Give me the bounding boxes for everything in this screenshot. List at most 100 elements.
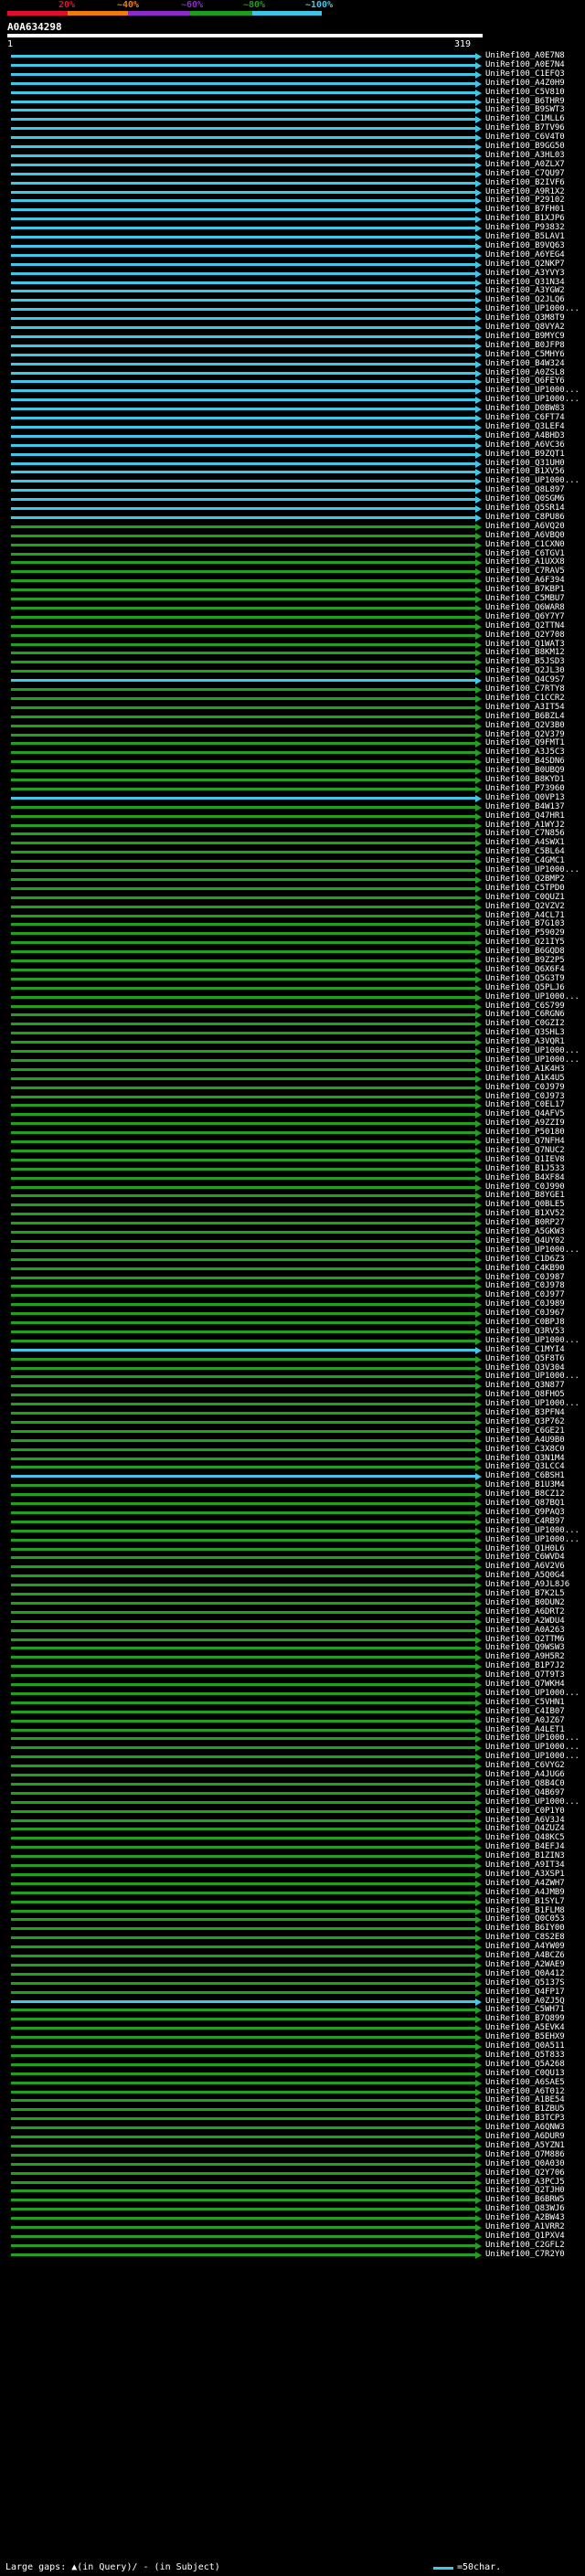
hit-alignment-bar[interactable] — [11, 434, 475, 438]
hit-alignment-bar[interactable] — [11, 498, 475, 502]
hit-alignment-bar[interactable] — [11, 398, 475, 402]
hit-alignment-bar[interactable] — [11, 1493, 475, 1497]
hit-alignment-bar[interactable] — [11, 977, 475, 981]
hit-alignment-bar[interactable] — [11, 1222, 475, 1225]
hit-alignment-bar[interactable] — [11, 344, 475, 347]
hit-alignment-bar[interactable] — [11, 2126, 475, 2130]
hit-alignment-bar[interactable] — [11, 1050, 475, 1053]
hit-alignment-bar[interactable] — [11, 2144, 475, 2147]
hit-alignment-bar[interactable] — [11, 561, 475, 565]
hit-alignment-bar[interactable] — [11, 1936, 475, 1940]
hit-alignment-bar[interactable] — [11, 896, 475, 899]
hit-alignment-bar[interactable] — [11, 1990, 475, 1994]
hit-alignment-bar[interactable] — [11, 1565, 475, 1569]
hit-alignment-bar[interactable] — [11, 461, 475, 465]
hit-alignment-bar[interactable] — [11, 1276, 475, 1279]
hit-alignment-bar[interactable] — [11, 886, 475, 890]
hit-alignment-bar[interactable] — [11, 696, 475, 700]
hit-alignment-bar[interactable] — [11, 1927, 475, 1931]
hit-alignment-bar[interactable] — [11, 1619, 475, 1623]
hit-alignment-bar[interactable] — [11, 1520, 475, 1523]
hit-alignment-bar[interactable] — [11, 1809, 475, 1813]
hit-alignment-bar[interactable] — [11, 1719, 475, 1723]
hit-alignment-bar[interactable] — [11, 1963, 475, 1966]
hit-alignment-bar[interactable] — [11, 2036, 475, 2040]
hit-alignment-bar[interactable] — [11, 2199, 475, 2202]
hit-alignment-bar[interactable] — [11, 787, 475, 790]
hit-alignment-bar[interactable] — [11, 1774, 475, 1776]
hit-alignment-bar[interactable] — [11, 1737, 475, 1741]
hit-alignment-bar[interactable] — [11, 1231, 475, 1234]
hit-alignment-bar[interactable] — [11, 2217, 475, 2221]
hit-alignment-bar[interactable] — [11, 968, 475, 971]
hit-alignment-bar[interactable] — [11, 334, 475, 338]
hit-alignment-bar[interactable] — [11, 1584, 475, 1587]
hit-alignment-bar[interactable] — [11, 1113, 475, 1117]
hit-alignment-bar[interactable] — [11, 2226, 475, 2229]
hit-alignment-bar[interactable] — [11, 417, 475, 419]
hit-alignment-bar[interactable] — [11, 588, 475, 592]
hit-alignment-bar[interactable] — [11, 118, 475, 122]
hit-alignment-bar[interactable] — [11, 1710, 475, 1713]
hit-alignment-bar[interactable] — [11, 1628, 475, 1632]
hit-alignment-bar[interactable] — [11, 2136, 475, 2138]
hit-alignment-bar[interactable] — [11, 1095, 475, 1098]
hit-alignment-bar[interactable] — [11, 1999, 475, 2003]
hit-alignment-bar[interactable] — [11, 742, 475, 746]
hit-alignment-bar[interactable] — [11, 1403, 475, 1406]
hit-alignment-bar[interactable] — [11, 2090, 475, 2094]
hit-alignment-bar[interactable] — [11, 1122, 475, 1126]
hit-alignment-bar[interactable] — [11, 615, 475, 619]
hit-alignment-bar[interactable] — [11, 227, 475, 230]
hit-alignment-bar[interactable] — [11, 1131, 475, 1135]
hit-alignment-bar[interactable] — [11, 81, 475, 85]
hit-alignment-bar[interactable] — [11, 633, 475, 637]
hit-alignment-bar[interactable] — [11, 1511, 475, 1514]
hit-alignment-bar[interactable] — [11, 724, 475, 727]
hit-alignment-bar[interactable] — [11, 326, 475, 329]
hit-alignment-bar[interactable] — [11, 769, 475, 773]
hit-alignment-bar[interactable] — [11, 1601, 475, 1605]
hit-alignment-bar[interactable] — [11, 1330, 475, 1333]
hit-alignment-bar[interactable] — [11, 154, 475, 157]
hit-alignment-bar[interactable] — [11, 1872, 475, 1876]
hit-alignment-bar[interactable] — [11, 1955, 475, 1957]
hit-alignment-bar[interactable] — [11, 1457, 475, 1460]
hit-alignment-bar[interactable] — [11, 805, 475, 809]
hit-alignment-bar[interactable] — [11, 1420, 475, 1424]
hit-alignment-bar[interactable] — [11, 1728, 475, 1732]
hit-alignment-bar[interactable] — [11, 1800, 475, 1804]
hit-alignment-bar[interactable] — [11, 1691, 475, 1695]
hit-alignment-bar[interactable] — [11, 371, 475, 375]
hit-alignment-bar[interactable] — [11, 679, 475, 683]
hit-alignment-bar[interactable] — [11, 1529, 475, 1532]
hit-alignment-bar[interactable] — [11, 779, 475, 781]
hit-alignment-bar[interactable] — [11, 2108, 475, 2112]
hit-alignment-bar[interactable] — [11, 1610, 475, 1614]
hit-alignment-bar[interactable] — [11, 1086, 475, 1089]
hit-alignment-bar[interactable] — [11, 579, 475, 583]
hit-alignment-bar[interactable] — [11, 2018, 475, 2021]
hit-alignment-bar[interactable] — [11, 507, 475, 510]
hit-alignment-bar[interactable] — [11, 1818, 475, 1822]
hit-alignment-bar[interactable] — [11, 733, 475, 737]
hit-alignment-bar[interactable] — [11, 1791, 475, 1795]
hit-alignment-bar[interactable] — [11, 1484, 475, 1488]
hit-alignment-bar[interactable] — [11, 1882, 475, 1885]
hit-alignment-bar[interactable] — [11, 1909, 475, 1913]
hit-alignment-bar[interactable] — [11, 1701, 475, 1704]
hit-alignment-bar[interactable] — [11, 905, 475, 908]
hit-alignment-bar[interactable] — [11, 217, 475, 221]
hit-alignment-bar[interactable] — [11, 2171, 475, 2175]
hit-alignment-bar[interactable] — [11, 63, 475, 67]
hit-alignment-bar[interactable] — [11, 1972, 475, 1976]
hit-alignment-bar[interactable] — [11, 1556, 475, 1560]
hit-alignment-bar[interactable] — [11, 1665, 475, 1669]
hit-alignment-bar[interactable] — [11, 1303, 475, 1307]
hit-alignment-bar[interactable] — [11, 1041, 475, 1044]
query-id[interactable]: A0A634298 — [7, 22, 62, 33]
hit-alignment-bar[interactable] — [11, 950, 475, 954]
hit-alignment-bar[interactable] — [11, 1285, 475, 1288]
hit-alignment-bar[interactable] — [11, 1167, 475, 1171]
hit-alignment-bar[interactable] — [11, 1004, 475, 1008]
